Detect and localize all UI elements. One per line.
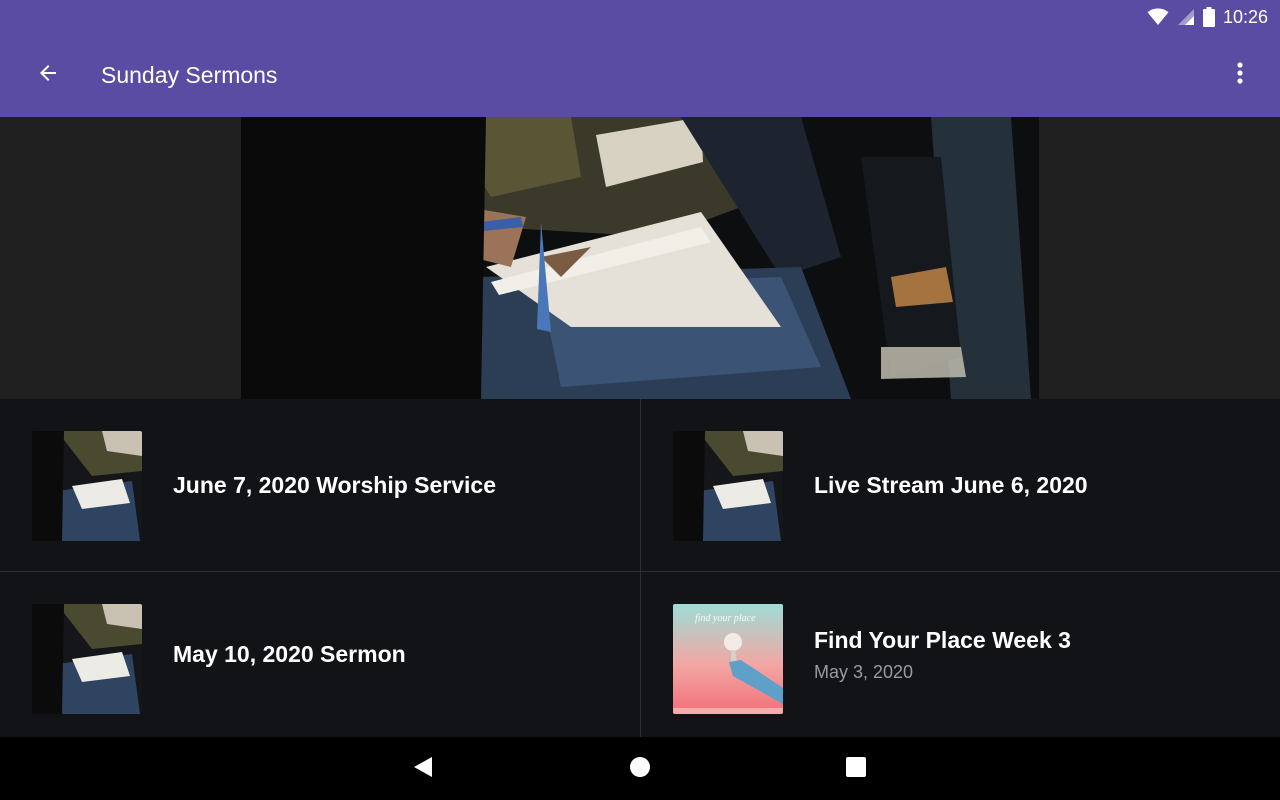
sermon-item[interactable]: May 10, 2020 Sermon <box>0 572 640 737</box>
system-nav-bar <box>0 737 1280 800</box>
sermon-text: Find Your Place Week 3 May 3, 2020 <box>814 572 1071 737</box>
nav-back-icon <box>413 756 433 783</box>
top-app-bar-background: 10:26 Sunday Sermons <box>0 0 1280 117</box>
sermon-title: June 7, 2020 Worship Service <box>173 471 497 498</box>
sermon-thumbnail <box>32 431 142 541</box>
nav-home-icon <box>629 756 651 783</box>
sermon-text: May 10, 2020 Sermon <box>173 572 406 737</box>
nav-recents-button[interactable] <box>832 749 880 789</box>
sermon-title: May 10, 2020 Sermon <box>173 641 406 667</box>
arrow-back-icon <box>36 61 60 90</box>
status-time: 10:26 <box>1222 6 1268 27</box>
sermon-title: Find Your Place Week 3 <box>814 626 1071 653</box>
sermon-item[interactable]: find your place Find Your Place Week 3 M… <box>641 572 1280 737</box>
more-vert-icon <box>1237 61 1243 89</box>
hero-image <box>241 117 1039 399</box>
sermon-thumbnail-find-your-place: find your place <box>673 604 783 714</box>
nav-recents-icon <box>846 756 866 782</box>
sermon-date: May 3, 2020 <box>814 661 914 682</box>
sermon-thumbnail <box>32 604 142 714</box>
sermon-thumbnail <box>673 431 783 541</box>
sermon-item[interactable]: Live Stream June 6, 2020 <box>641 399 1280 571</box>
status-bar: 10:26 <box>1147 0 1280 34</box>
sermon-item[interactable]: June 7, 2020 Worship Service <box>0 399 640 571</box>
wifi-icon <box>1147 8 1169 26</box>
cell-signal-icon <box>1177 8 1195 26</box>
sermon-title: Live Stream June 6, 2020 <box>814 471 1088 498</box>
sermon-text: June 7, 2020 Worship Service <box>173 399 496 571</box>
sermon-list: June 7, 2020 Worship Service Live Stream… <box>0 399 1280 737</box>
thumbnail-caption: find your place <box>695 613 756 624</box>
overflow-menu-button[interactable] <box>1216 47 1264 103</box>
nav-back-button[interactable] <box>399 749 447 789</box>
back-button[interactable] <box>16 48 80 104</box>
page-title: Sunday Sermons <box>101 62 278 88</box>
battery-icon <box>1202 7 1215 27</box>
hero-section <box>0 117 1280 399</box>
sermon-text: Live Stream June 6, 2020 <box>814 399 1088 571</box>
nav-home-button[interactable] <box>616 749 664 789</box>
app-bar: Sunday Sermons <box>0 34 1280 117</box>
